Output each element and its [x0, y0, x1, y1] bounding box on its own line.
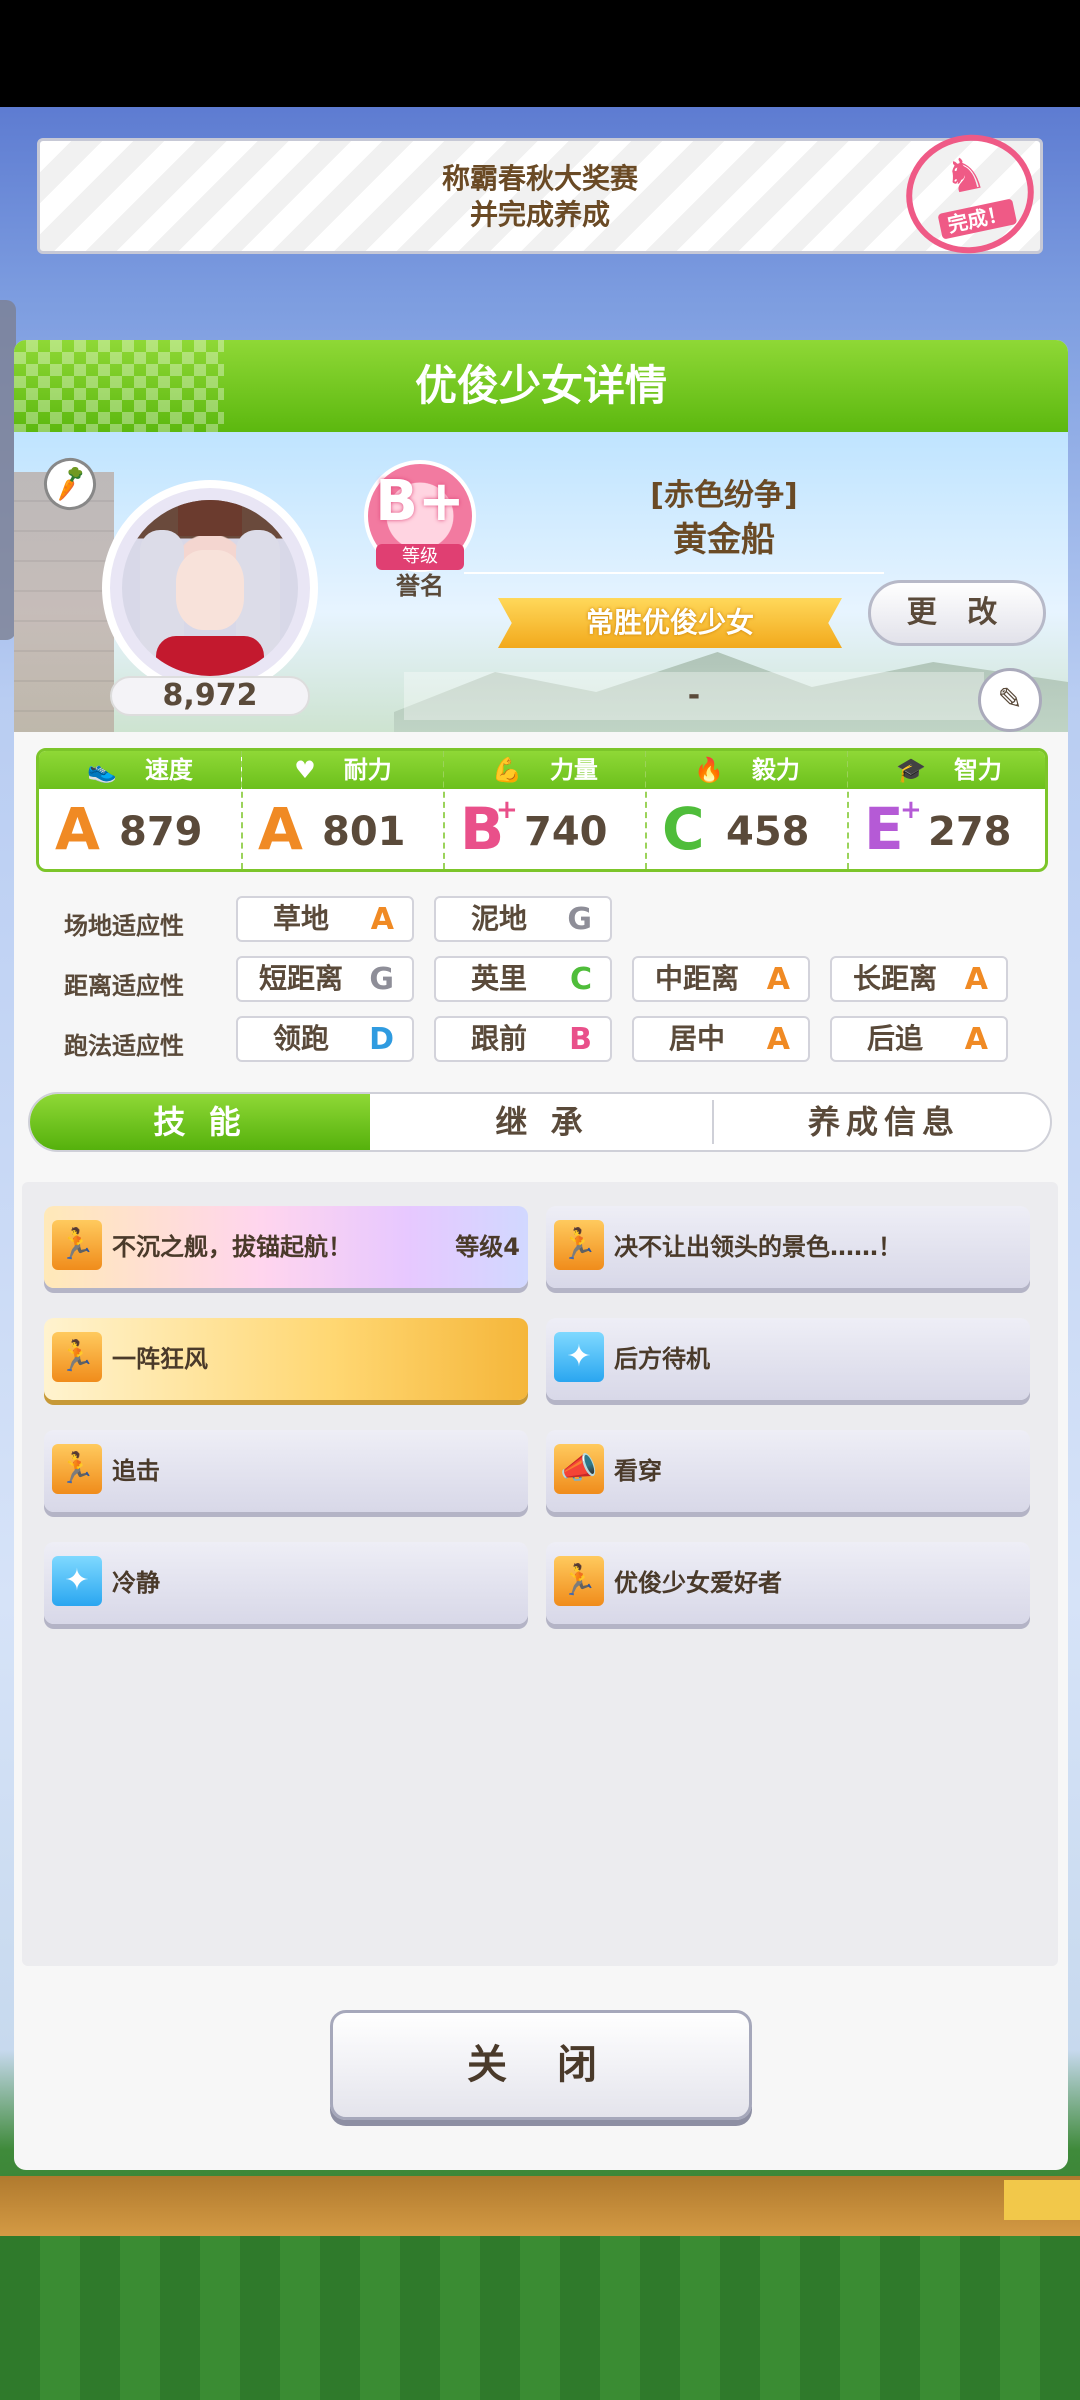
stat-label: 毅力 — [751, 756, 800, 784]
panel-title: 优俊少女详情 — [414, 361, 667, 410]
sparkle-icon: ✦ — [554, 1332, 604, 1382]
muscle-icon: 💪 — [492, 756, 522, 784]
sparkle-icon: ✦ — [52, 1556, 102, 1606]
stat-value: 801 — [322, 809, 406, 855]
stat-stamina: ♥ 耐力 A 801 — [242, 751, 444, 869]
shoe-icon: 👟 — [87, 756, 117, 784]
goal-line-2: 并完成养成 — [469, 198, 610, 231]
runner-icon: 🏃 — [52, 1220, 102, 1270]
aptitude-mile: 英里 C — [434, 956, 612, 1002]
skill-item[interactable]: 🏃 优俊少女爱好者 — [546, 1542, 1030, 1624]
skills-list: 🏃 不沉之舰，拔锚起航！ 等级4 🏃 决不让出领头的景色……！ 🏃 一阵狂风 ✦… — [22, 1182, 1058, 1966]
stat-label: 速度 — [144, 756, 193, 784]
skill-name: 冷静 — [112, 1569, 160, 1597]
aptitude-pace-chaser: 跟前 B — [434, 1016, 612, 1062]
rank-badge: B+ 等级 — [364, 460, 476, 572]
skill-item[interactable]: 🏃 追击 — [44, 1430, 528, 1512]
stat-power: 💪 力量 B + 740 — [444, 751, 646, 869]
stat-wisdom: 🎓 智力 E + 278 — [848, 751, 1045, 869]
tab-skills[interactable]: 技 能 — [30, 1094, 370, 1150]
goal-banner: 称霸春秋大奖赛 并完成养成 ♞ 完成！ — [37, 122, 1045, 266]
stat-speed: 👟 速度 A 879 — [39, 751, 241, 869]
memo-field: - — [404, 672, 984, 720]
stat-value: 879 — [119, 809, 203, 855]
stat-grade-plus: + — [900, 795, 922, 825]
stat-grade: A — [258, 795, 303, 863]
skill-level: 等级4 — [455, 1233, 520, 1261]
status-bar — [0, 0, 1080, 107]
aptitude-late-surger: 居中 A — [632, 1016, 810, 1062]
aptitude-medium: 中距离 A — [632, 956, 810, 1002]
stat-grade: A — [55, 795, 100, 863]
change-title-button[interactable]: 更 改 — [868, 580, 1046, 646]
aptitude-long: 长距离 A — [830, 956, 1008, 1002]
character-name: 黄金船 — [673, 520, 775, 560]
skill-name: 追击 — [112, 1457, 160, 1485]
stat-label: 耐力 — [343, 756, 392, 784]
skill-name: 优俊少女爱好者 — [614, 1569, 782, 1597]
close-button[interactable]: 关 闭 — [330, 2010, 752, 2120]
evaluation-score: 8,972 — [110, 676, 310, 716]
goal-line-1: 称霸春秋大奖赛 — [441, 162, 638, 195]
fame-label: 誉名 — [396, 572, 444, 600]
aptitude-end-closer: 后追 A — [830, 1016, 1008, 1062]
tab-training-info[interactable]: 养成信息 — [714, 1094, 1050, 1150]
skill-item[interactable]: 🏃 不沉之舰，拔锚起航！ 等级4 — [44, 1206, 528, 1288]
panel-header: 优俊少女详情 — [14, 340, 1068, 432]
skill-name: 决不让出领头的景色……！ — [614, 1233, 902, 1261]
avatar[interactable] — [122, 500, 298, 676]
aptitude-turf: 草地 A — [236, 896, 414, 942]
skill-item[interactable]: ✦ 后方待机 — [546, 1318, 1030, 1400]
heart-icon: ♥ — [294, 756, 316, 784]
stat-guts: 🔥 毅力 C 458 — [646, 751, 848, 869]
stat-value: 458 — [726, 809, 810, 855]
tab-inheritance[interactable]: 继 承 — [372, 1094, 712, 1150]
epithet: [赤色纷争] — [650, 478, 798, 513]
rank-value: B+ — [375, 469, 465, 534]
skill-item[interactable]: 🏃 一阵狂风 — [44, 1318, 528, 1400]
stat-label: 力量 — [549, 756, 598, 784]
stat-grade: E — [864, 795, 904, 863]
runner-icon: 🏃 — [52, 1332, 102, 1382]
skill-item[interactable]: ✦ 冷静 — [44, 1542, 528, 1624]
megaphone-icon: 📣 — [554, 1444, 604, 1494]
horse-head-icon: ♞ — [938, 144, 991, 206]
complete-stamp: ♞ 完成！ — [895, 122, 1045, 266]
skill-name: 不沉之舰，拔锚起航！ — [112, 1233, 352, 1261]
style-aptitude-label: 跑法适应性 — [64, 1032, 184, 1060]
skill-name: 看穿 — [614, 1457, 662, 1485]
flame-icon: 🔥 — [694, 756, 724, 784]
background-fence — [0, 2176, 1080, 2236]
pencil-icon: ✎ — [997, 682, 1023, 717]
stat-value: 278 — [928, 809, 1012, 855]
stat-grade: C — [662, 795, 705, 863]
umamusume-detail-panel: 优俊少女详情 🥕 8,972 B+ 等级 誉名 [赤色纷争] 黄金船 常胜优俊少… — [14, 340, 1068, 2170]
background-grass — [0, 2236, 1080, 2400]
runner-icon: 🏃 — [52, 1444, 102, 1494]
aptitude-front-runner: 领跑 D — [236, 1016, 414, 1062]
skill-name: 后方待机 — [614, 1345, 710, 1373]
aptitude-sprint: 短距离 G — [236, 956, 414, 1002]
graduation-cap-icon: 🎓 — [896, 756, 926, 784]
runner-icon: 🏃 — [554, 1556, 604, 1606]
skill-name: 一阵狂风 — [112, 1345, 208, 1373]
skill-item[interactable]: 📣 看穿 — [546, 1430, 1030, 1512]
stat-label: 智力 — [953, 756, 1002, 784]
detail-tabs: 技 能 继 承 养成信息 — [28, 1092, 1052, 1152]
distance-aptitude-label: 距离适应性 — [64, 972, 184, 1000]
edit-memo-button[interactable]: ✎ — [978, 668, 1042, 732]
title-ribbon: 常胜优俊少女 — [498, 598, 842, 648]
aptitude-dirt: 泥地 G — [434, 896, 612, 942]
stat-grade-plus: + — [496, 795, 518, 825]
stat-value: 740 — [524, 809, 608, 855]
stats-table: 👟速度 A 879 ♥耐力 A 801 💪力量 B + 740 🔥毅力 — [36, 748, 1048, 872]
skill-item[interactable]: 🏃 决不让出领头的景色……！ — [546, 1206, 1030, 1288]
profile-card: 🥕 8,972 B+ 等级 誉名 [赤色纷争] 黄金船 常胜优俊少女 更 改 -… — [14, 432, 1068, 732]
runner-icon: 🏃 — [554, 1220, 604, 1270]
track-aptitude-label: 场地适应性 — [64, 912, 184, 940]
